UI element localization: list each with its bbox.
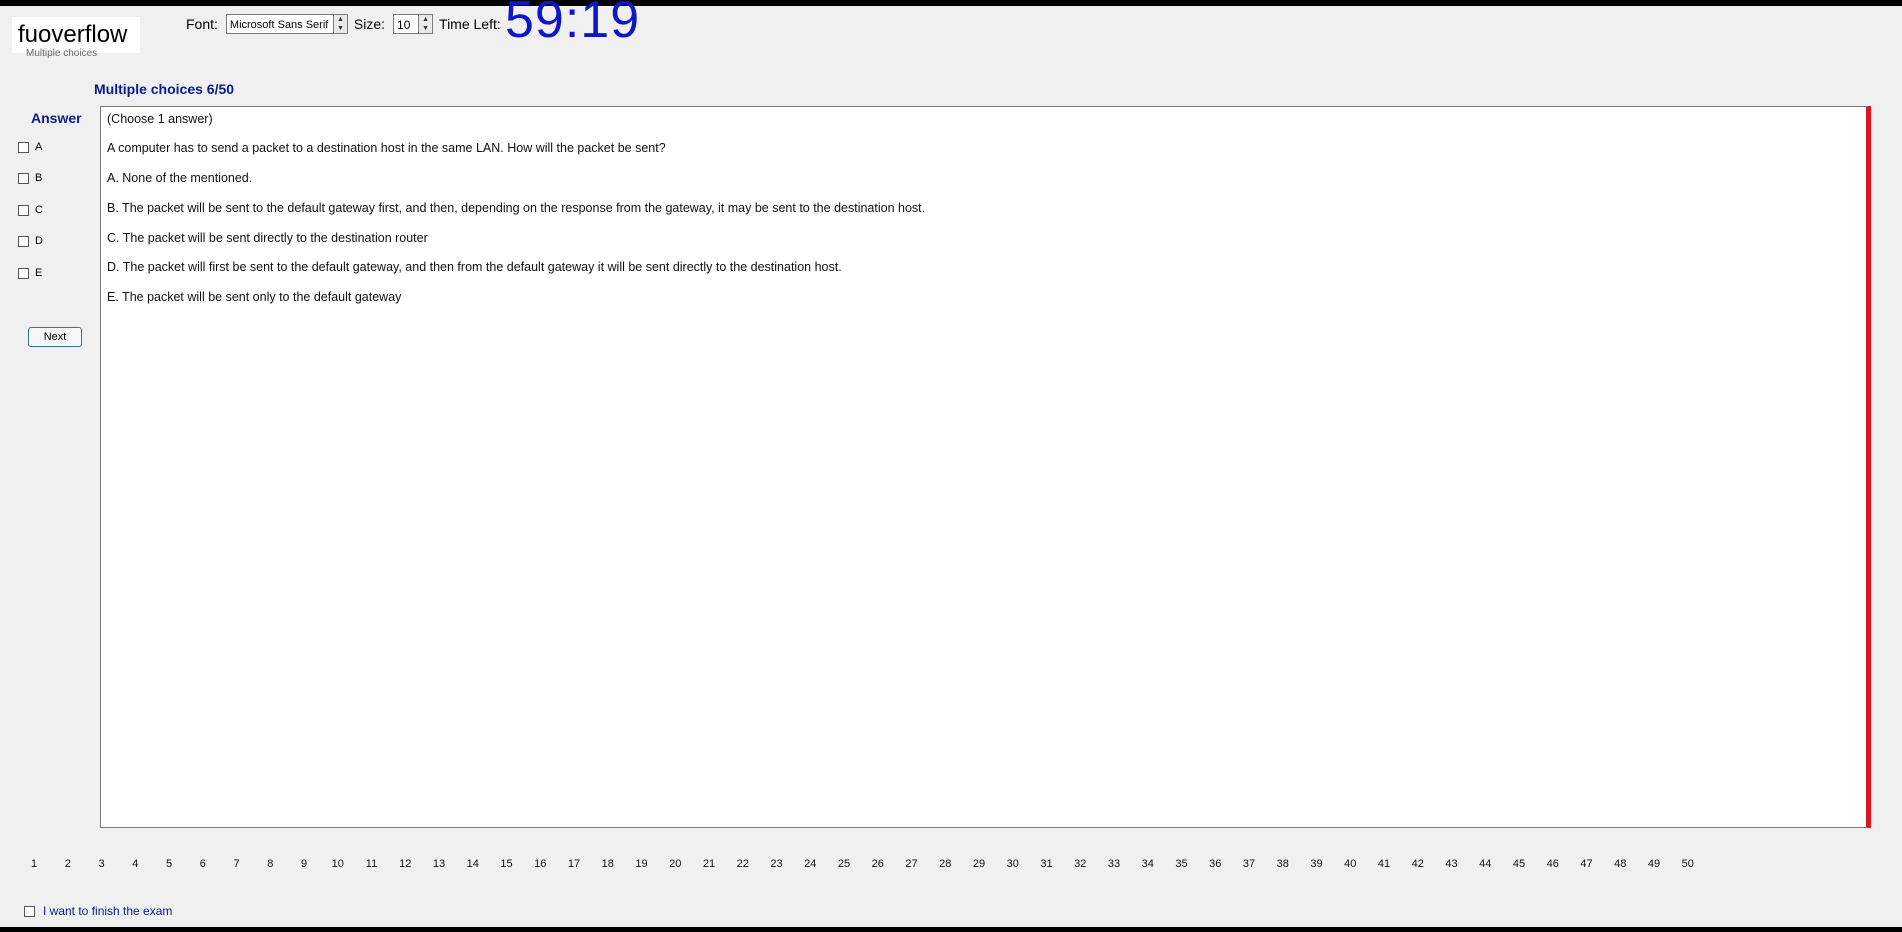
font-label: Font: — [186, 16, 218, 32]
top-border — [0, 0, 1902, 6]
toolbar: Font: Microsoft Sans Serif ▲ ▼ Size: 10 ▲… — [186, 12, 509, 36]
choice-c-text: C. The packet will be sent directly to t… — [107, 231, 428, 245]
page-link[interactable]: 8 — [259, 858, 281, 870]
question-text: A computer has to send a packet to a des… — [107, 141, 666, 155]
finish-checkbox[interactable] — [24, 905, 35, 917]
page-link[interactable]: 26 — [867, 858, 889, 870]
page-link[interactable]: 41 — [1373, 858, 1395, 870]
page-link[interactable]: 48 — [1609, 858, 1631, 870]
option-label: D — [35, 235, 43, 247]
checkbox[interactable] — [18, 204, 29, 216]
choice-e-text: E. The packet will be sent only to the d… — [107, 290, 402, 304]
bottom-border — [0, 927, 1902, 932]
page-link[interactable]: 45 — [1508, 858, 1530, 870]
page-link[interactable]: 38 — [1272, 858, 1294, 870]
finish-label: I want to finish the exam — [43, 904, 173, 918]
page-link[interactable]: 30 — [1002, 858, 1024, 870]
page-link[interactable]: 18 — [597, 858, 619, 870]
choice-b-text: B. The packet will be sent to the defaul… — [107, 201, 926, 215]
page-link[interactable]: 37 — [1238, 858, 1260, 870]
page-link[interactable]: 10 — [327, 858, 349, 870]
page-link[interactable]: 40 — [1339, 858, 1361, 870]
finish-exam-option[interactable]: I want to finish the exam — [24, 904, 172, 918]
page-link[interactable]: 14 — [462, 858, 484, 870]
page-link[interactable]: 15 — [496, 858, 518, 870]
checkbox[interactable] — [18, 267, 29, 279]
page-link[interactable]: 13 — [428, 858, 450, 870]
option-d[interactable]: D — [18, 235, 43, 247]
chevron-up-icon[interactable]: ▲ — [422, 15, 429, 24]
page-link[interactable]: 11 — [361, 858, 383, 870]
choice-a-text: A. None of the mentioned. — [107, 171, 253, 185]
page-link[interactable]: 43 — [1441, 858, 1463, 870]
option-label: A — [35, 141, 43, 153]
instruction-text: (Choose 1 answer) — [107, 112, 213, 126]
page-link[interactable]: 25 — [833, 858, 855, 870]
page-link[interactable]: 33 — [1103, 858, 1125, 870]
question-title: Multiple choices 6/50 — [94, 81, 235, 97]
page-link[interactable]: 27 — [901, 858, 923, 870]
page-link[interactable]: 34 — [1137, 858, 1159, 870]
option-label: C — [35, 204, 43, 216]
page-link[interactable]: 29 — [968, 858, 990, 870]
answer-panel: Answer — [26, 110, 90, 126]
option-c[interactable]: C — [18, 204, 43, 216]
countdown-timer: 59:19 — [505, 0, 641, 49]
page-link[interactable]: 28 — [934, 858, 956, 870]
page-link[interactable]: 3 — [91, 858, 113, 870]
option-a[interactable]: A — [18, 141, 42, 153]
font-spinner[interactable]: ▲ ▼ — [333, 14, 348, 34]
answer-label: Answer — [31, 110, 82, 126]
page-link[interactable]: 36 — [1204, 858, 1226, 870]
page-link[interactable]: 50 — [1677, 858, 1699, 870]
page-link[interactable]: 12 — [394, 858, 416, 870]
next-button[interactable]: Next — [28, 327, 82, 347]
page-link[interactable]: 35 — [1171, 858, 1193, 870]
page-link[interactable]: 31 — [1036, 858, 1058, 870]
checkbox[interactable] — [18, 235, 29, 247]
choice-d-text: D. The packet will first be sent to the … — [107, 260, 842, 274]
option-label: B — [35, 172, 43, 184]
page-link[interactable]: 16 — [529, 858, 551, 870]
size-label: Size: — [353, 16, 386, 32]
chevron-up-icon[interactable]: ▲ — [337, 15, 344, 24]
page-link[interactable]: 1 — [23, 858, 45, 870]
page-link[interactable]: 17 — [563, 858, 585, 870]
chevron-down-icon[interactable]: ▼ — [422, 24, 429, 33]
page-link[interactable]: 44 — [1474, 858, 1496, 870]
page-link[interactable]: 4 — [124, 858, 146, 870]
chevron-down-icon[interactable]: ▼ — [337, 24, 344, 33]
question-content-panel: (Choose 1 answer) A computer has to send… — [100, 106, 1871, 828]
page-link[interactable]: 24 — [799, 858, 821, 870]
page-link[interactable]: 20 — [664, 858, 686, 870]
time-left-label: Time Left: — [439, 16, 501, 32]
page-link[interactable]: 49 — [1643, 858, 1665, 870]
size-spinner[interactable]: ▲ ▼ — [419, 14, 434, 34]
checkbox[interactable] — [18, 141, 29, 153]
size-input[interactable]: 10 — [393, 14, 420, 34]
page-link[interactable]: 21 — [698, 858, 720, 870]
page-link[interactable]: 22 — [732, 858, 754, 870]
page-link[interactable]: 23 — [766, 858, 788, 870]
page-link[interactable]: 39 — [1306, 858, 1328, 870]
checkbox[interactable] — [18, 172, 29, 184]
page-link[interactable]: 46 — [1542, 858, 1564, 870]
sub-caption: Multiple choices — [26, 48, 98, 59]
page-link[interactable]: 47 — [1576, 858, 1598, 870]
page-link[interactable]: 9 — [293, 858, 315, 870]
page-link[interactable]: 7 — [226, 858, 248, 870]
page-link[interactable]: 2 — [57, 858, 79, 870]
page-link[interactable]: 19 — [631, 858, 653, 870]
page-link[interactable]: 32 — [1069, 858, 1091, 870]
option-b[interactable]: B — [18, 172, 42, 184]
page-link[interactable]: 5 — [158, 858, 180, 870]
option-label: E — [35, 267, 43, 279]
font-select[interactable]: Microsoft Sans Serif — [225, 14, 334, 34]
option-e[interactable]: E — [18, 267, 42, 279]
page-link[interactable]: 6 — [192, 858, 214, 870]
page-link[interactable]: 42 — [1407, 858, 1429, 870]
